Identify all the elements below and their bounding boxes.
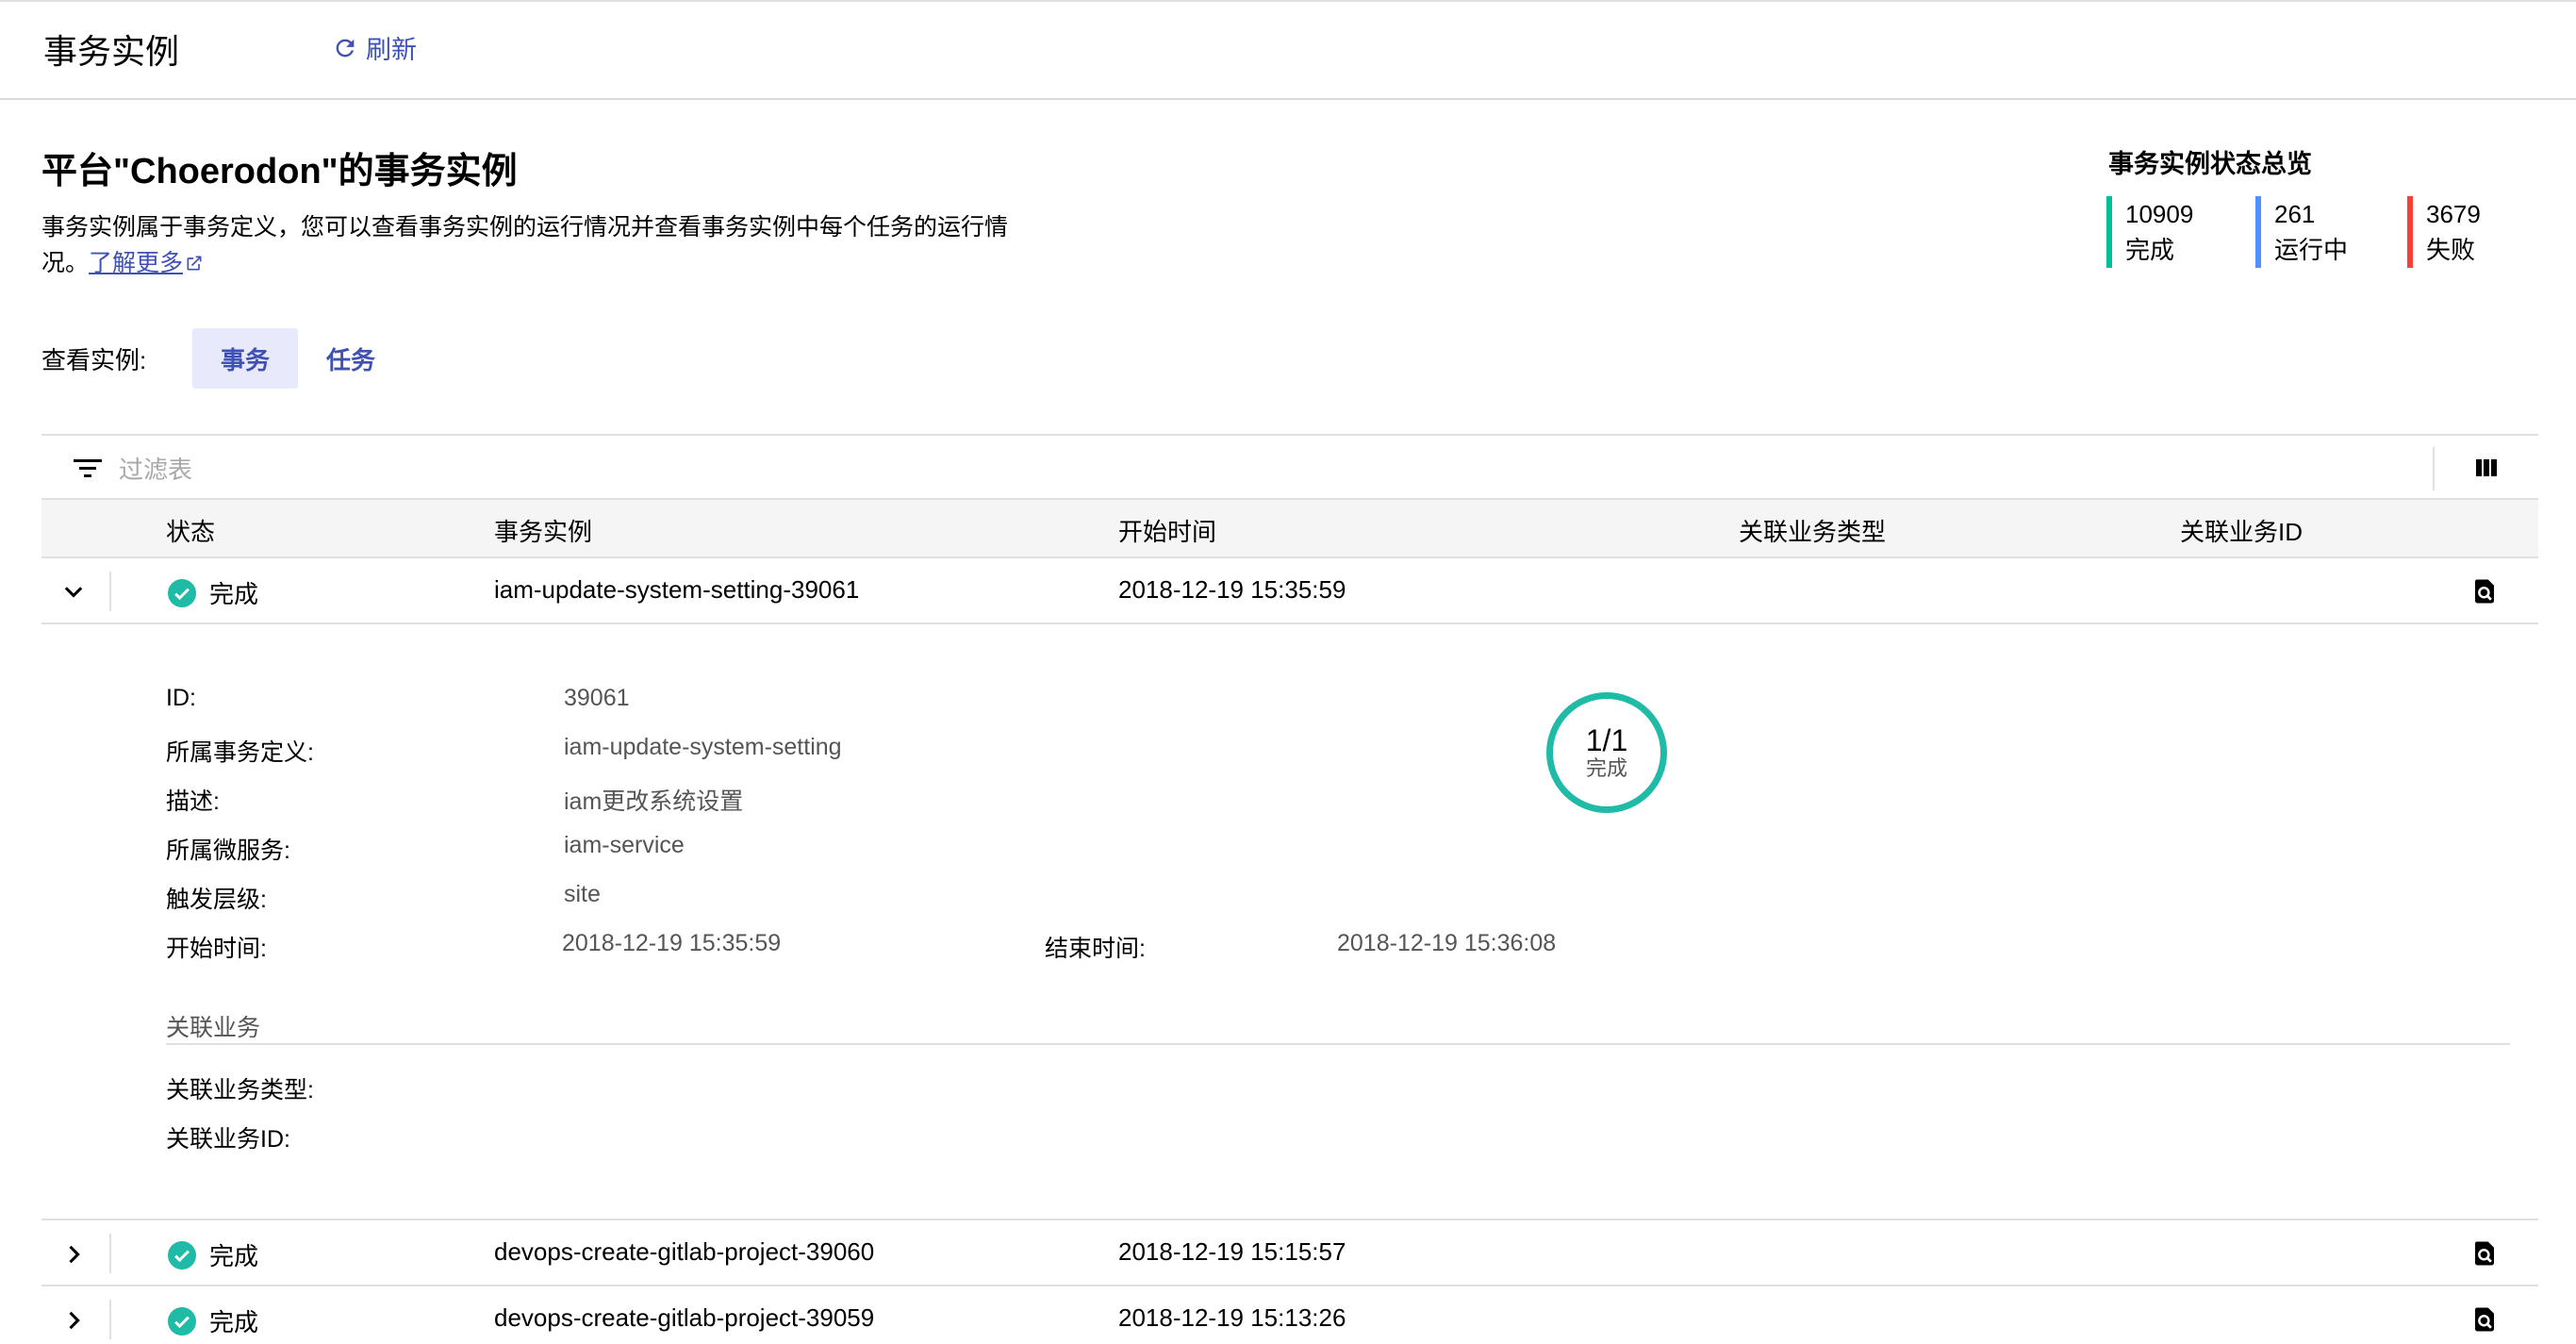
view-detail-icon[interactable] [2470, 1239, 2499, 1268]
check-circle-icon [168, 578, 196, 607]
start-time: 2018-12-19 15:15:57 [1118, 1237, 1346, 1266]
page-description: 事务实例属于事务定义，您可以查看事务实例的运行情况并查看事务实例中每个任务的运行… [41, 209, 1013, 281]
table-header: 状态 事务实例 开始时间 关联业务类型 关联业务ID [41, 500, 2538, 558]
view-task-button[interactable]: 任务 [313, 328, 388, 389]
stat-count: 10909 [2125, 200, 2194, 228]
related-id-label: 关联业务ID: [166, 1126, 290, 1153]
external-link-icon [187, 256, 202, 271]
view-label: 查看实例: [41, 346, 147, 374]
refresh-button[interactable]: 刷新 [332, 29, 417, 66]
learn-more-link[interactable]: 了解更多 [89, 250, 204, 276]
check-circle-icon [168, 1306, 196, 1336]
view-detail-icon[interactable] [2470, 577, 2499, 606]
instance-name: devops-create-gitlab-project-39060 [494, 1237, 875, 1266]
column-instance[interactable]: 事务实例 [494, 513, 592, 548]
start-time-value: 2018-12-19 15:35:59 [562, 930, 782, 956]
description-label: 描述: [166, 788, 220, 815]
refresh-icon [336, 39, 355, 57]
progress-ring: 1/1 完成 [1546, 692, 1667, 813]
stat-label: 完成 [2125, 236, 2175, 264]
divider [166, 1043, 2510, 1045]
check-circle-icon [168, 1240, 196, 1269]
end-time-value: 2018-12-19 15:36:08 [1337, 930, 1557, 956]
page-title: 平台"Choerodon"的事务实例 [41, 152, 518, 191]
overview-title: 事务实例状态总览 [2108, 150, 2312, 178]
stat-count: 261 [2274, 200, 2316, 228]
id-label: ID: [166, 685, 196, 711]
divider [2433, 447, 2435, 490]
chevron-right-icon[interactable] [60, 1307, 87, 1334]
definition-label: 所属事务定义: [166, 739, 314, 766]
id-value: 39061 [564, 685, 630, 711]
stat-label: 运行中 [2274, 236, 2349, 264]
status-cell: 完成 [168, 1237, 258, 1272]
status-label: 完成 [209, 580, 259, 608]
view-detail-icon[interactable] [2470, 1305, 2499, 1334]
level-label: 触发层级: [166, 887, 267, 913]
service-value: iam-service [564, 832, 685, 858]
row-detail-panel: ID: 39061 所属事务定义: iam-update-system-sett… [41, 624, 2538, 1220]
service-label: 所属微服务: [166, 838, 290, 864]
stat-count: 3679 [2426, 200, 2481, 228]
level-value: site [564, 881, 601, 907]
column-biz-id[interactable]: 关联业务ID [2180, 513, 2303, 548]
chevron-right-icon[interactable] [60, 1241, 87, 1268]
filter-bar: 过滤表 [41, 434, 2538, 500]
related-type-label: 关联业务类型: [166, 1077, 314, 1103]
start-time: 2018-12-19 15:13:26 [1118, 1303, 1346, 1332]
description-value: iam更改系统设置 [564, 788, 744, 815]
column-biz-type[interactable]: 关联业务类型 [1739, 513, 1886, 548]
stat-running: 261 运行中 [2255, 196, 2348, 268]
column-status[interactable]: 状态 [166, 513, 215, 548]
start-time-label: 开始时间: [166, 936, 267, 962]
header-title: 事务实例 [43, 32, 180, 71]
status-cell: 完成 [168, 575, 258, 610]
view-transaction-button[interactable]: 事务 [192, 328, 298, 389]
learn-more-label: 了解更多 [89, 250, 184, 276]
filter-icon[interactable] [74, 456, 102, 479]
columns-icon[interactable] [2474, 456, 2499, 479]
table-row[interactable]: 完成 iam-update-system-setting-39061 2018-… [41, 558, 2538, 624]
stat-label: 失败 [2426, 236, 2476, 264]
related-section-title: 关联业务 [166, 1015, 261, 1041]
table-row[interactable]: 完成 devops-create-gitlab-project-39060 20… [41, 1220, 2538, 1286]
start-time: 2018-12-19 15:35:59 [1118, 575, 1346, 604]
divider [109, 1300, 111, 1339]
top-bar: 事务实例 刷新 [0, 0, 2576, 100]
refresh-label: 刷新 [366, 36, 417, 64]
end-time-label: 结束时间: [1045, 936, 1146, 962]
instance-name: devops-create-gitlab-project-39059 [494, 1303, 875, 1332]
stat-failed: 3679 失败 [2407, 196, 2481, 268]
stat-completed: 10909 完成 [2106, 196, 2193, 268]
status-label: 完成 [209, 1308, 259, 1336]
status-cell: 完成 [168, 1303, 258, 1338]
divider [109, 572, 111, 611]
filter-input[interactable]: 过滤表 [119, 451, 192, 486]
table-row[interactable]: 完成 devops-create-gitlab-project-39059 20… [41, 1286, 2538, 1344]
chevron-down-icon[interactable] [60, 579, 87, 606]
column-start-time[interactable]: 开始时间 [1118, 513, 1216, 548]
instance-name: iam-update-system-setting-39061 [494, 575, 860, 604]
definition-value: iam-update-system-setting [564, 734, 842, 760]
progress-count: 1/1 [1585, 723, 1628, 757]
progress-label: 完成 [1585, 756, 1627, 780]
divider [109, 1234, 111, 1273]
status-label: 完成 [209, 1242, 259, 1270]
